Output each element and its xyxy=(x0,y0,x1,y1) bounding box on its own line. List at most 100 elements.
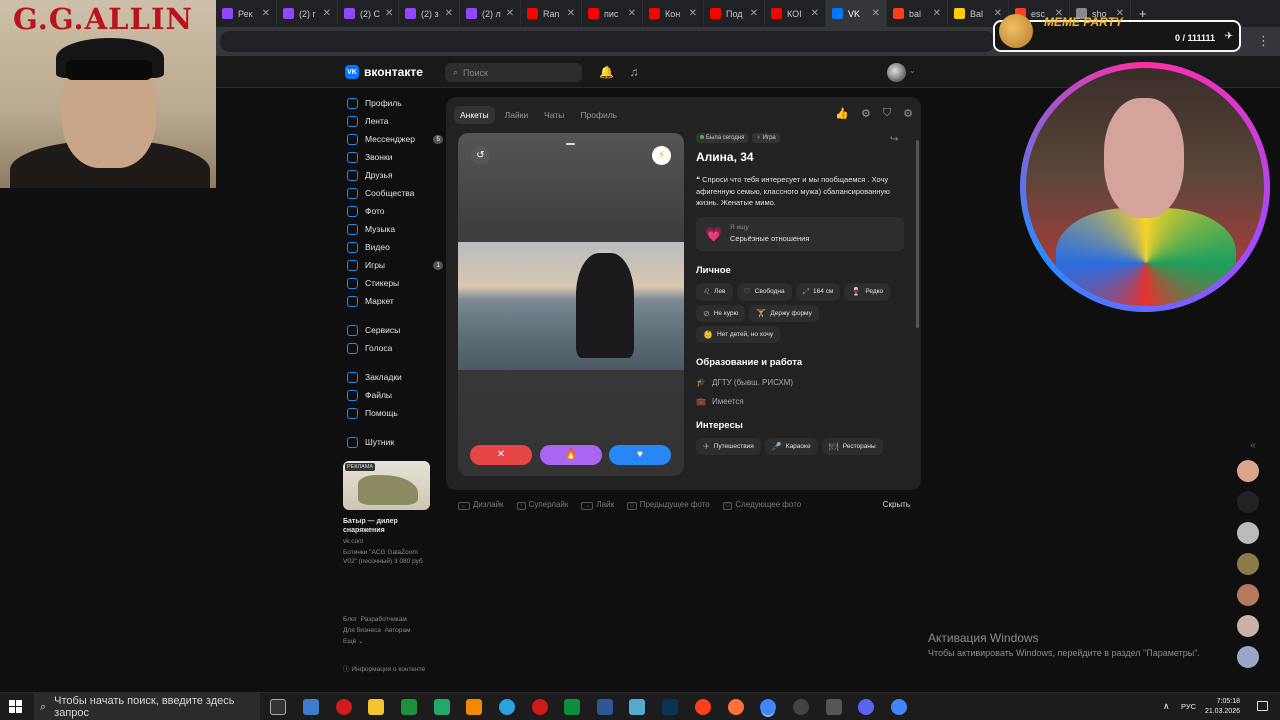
browser-tab[interactable]: Под ✕ xyxy=(704,0,765,27)
friend-avatar[interactable] xyxy=(1237,522,1259,544)
friend-avatar[interactable] xyxy=(1237,491,1259,513)
browser-tab[interactable]: (2) С ✕ xyxy=(338,0,399,27)
close-icon[interactable]: ✕ xyxy=(506,8,514,19)
browser-menu-icon[interactable]: ⋮ xyxy=(1257,33,1270,49)
ad-block[interactable]: РЕКЛАМА Батыр — дилер снаряжения vk.com … xyxy=(343,461,433,566)
scrollbar[interactable] xyxy=(916,140,919,328)
photoshop-icon[interactable] xyxy=(662,699,678,715)
tab-1[interactable]: Лайки xyxy=(499,106,535,124)
tab-0[interactable]: Анкеты xyxy=(454,106,495,124)
browser-tab[interactable]: (2) л ✕ xyxy=(460,0,521,27)
close-icon[interactable]: ✕ xyxy=(445,8,453,19)
vlc-icon[interactable] xyxy=(466,699,482,715)
close-icon[interactable]: ✕ xyxy=(262,8,270,19)
thumbs-up-icon[interactable]: 👍 xyxy=(835,107,849,120)
close-icon[interactable]: ✕ xyxy=(628,8,636,19)
tray-chevron-icon[interactable]: ∧ xyxy=(1163,701,1170,712)
ad-title[interactable]: Батыр — дилер снаряжения xyxy=(343,517,433,535)
footer-link-blog[interactable]: Блог xyxy=(343,616,357,623)
notification-icon[interactable] xyxy=(1257,701,1268,711)
browser-tab[interactable]: Кон ✕ xyxy=(643,0,704,27)
sidebar-item-nav-4[interactable]: Друзья xyxy=(343,166,443,184)
vk-logo[interactable]: VK вконтакте xyxy=(345,65,423,79)
profile-photo[interactable]: ↺ ⚡ ✕ 🔥 ♥ xyxy=(458,133,684,476)
footer-link-business[interactable]: Для бизнеса xyxy=(343,627,381,634)
windows-start-icon[interactable] xyxy=(9,700,22,713)
sidebar-item-nav-5[interactable]: Сообщества xyxy=(343,184,443,202)
friend-avatar[interactable] xyxy=(1237,553,1259,575)
ad-image[interactable]: РЕКЛАМА xyxy=(343,461,430,510)
browser-tab[interactable]: Ran ✕ xyxy=(521,0,582,27)
sidebar-item-nav-7[interactable]: Музыка xyxy=(343,220,443,238)
gear-icon[interactable]: ⚙ xyxy=(903,107,913,120)
app-icon[interactable] xyxy=(629,699,645,715)
like-button[interactable]: ♥ xyxy=(609,445,671,465)
close-icon[interactable]: ✕ xyxy=(385,8,393,19)
hide-button[interactable]: Скрыть xyxy=(883,500,910,509)
sidebar-item-nav4-0[interactable]: Шутник xyxy=(343,433,443,451)
word-icon[interactable] xyxy=(597,699,613,715)
app-icon[interactable] xyxy=(564,699,580,715)
share-icon[interactable]: ↪ xyxy=(890,134,898,145)
browser-tab[interactable]: (2) з ✕ xyxy=(399,0,460,27)
browser-tab[interactable]: (2) г ✕ xyxy=(277,0,338,27)
opera-gx-icon[interactable] xyxy=(532,699,548,715)
sidebar-item-nav-3[interactable]: Звонки xyxy=(343,148,443,166)
sidebar-item-nav-6[interactable]: Фото xyxy=(343,202,443,220)
chrome-icon[interactable] xyxy=(891,699,907,715)
footer-link-developers[interactable]: Разработчикам xyxy=(361,616,407,623)
close-icon[interactable]: ✕ xyxy=(323,8,331,19)
opera-icon[interactable] xyxy=(336,699,352,715)
sidebar-item-nav-8[interactable]: Видео xyxy=(343,238,443,256)
close-icon[interactable]: ✕ xyxy=(750,8,758,19)
avatar[interactable] xyxy=(887,63,906,82)
browser-tab[interactable]: КОІ ✕ xyxy=(765,0,826,27)
filter-sliders-icon[interactable]: ⚙ xyxy=(861,107,871,120)
discord-icon[interactable] xyxy=(858,699,874,715)
friend-avatar[interactable] xyxy=(1237,646,1259,668)
app-icon[interactable] xyxy=(303,699,319,715)
app-icon[interactable] xyxy=(826,699,842,715)
chrome-icon[interactable] xyxy=(760,699,776,715)
chevron-down-icon[interactable]: ⌄ xyxy=(909,66,916,75)
language-indicator[interactable]: РУС xyxy=(1181,702,1196,711)
sidebar-item-nav-0[interactable]: Профиль xyxy=(343,94,443,112)
app-icon[interactable] xyxy=(793,699,809,715)
keyboard-hint[interactable]: ↑ Суперлайк xyxy=(516,500,568,510)
taskbar-search[interactable]: ⌕ Чтобы начать поиск, введите здесь запр… xyxy=(34,693,260,720)
sidebar-item-nav3-1[interactable]: Файлы xyxy=(343,386,443,404)
close-icon[interactable]: ✕ xyxy=(994,8,1002,19)
sidebar-item-nav-9[interactable]: Игры 1 xyxy=(343,256,443,274)
music-note-icon[interactable]: ♫ xyxy=(627,65,641,79)
bell-icon[interactable]: 🔔 xyxy=(599,65,614,79)
friend-avatar[interactable] xyxy=(1237,460,1259,482)
new-tab-button[interactable]: + xyxy=(1131,6,1147,21)
tab-2[interactable]: Чаты xyxy=(538,106,570,124)
collapse-icon[interactable]: « xyxy=(1242,440,1264,451)
keyboard-hint[interactable]: □ Следующее фото xyxy=(722,500,801,510)
task-view-icon[interactable] xyxy=(270,699,286,715)
clock[interactable]: 7:05:18 21.03.2026 xyxy=(1205,697,1240,717)
file-explorer-icon[interactable] xyxy=(368,699,384,715)
close-icon[interactable]: ✕ xyxy=(689,8,697,19)
firefox-icon[interactable] xyxy=(728,699,744,715)
friend-avatar[interactable] xyxy=(1237,615,1259,637)
address-input[interactable] xyxy=(220,31,995,52)
browser-tab[interactable]: пис ✕ xyxy=(582,0,643,27)
tab-3[interactable]: Профиль xyxy=(574,106,623,124)
shield-icon[interactable]: ⛉ xyxy=(883,107,891,120)
close-icon[interactable]: ✕ xyxy=(933,8,941,19)
sidebar-item-nav-10[interactable]: Стикеры xyxy=(343,274,443,292)
app-icon[interactable] xyxy=(401,699,417,715)
sidebar-item-nav-11[interactable]: Маркет xyxy=(343,292,443,310)
close-icon[interactable]: ✕ xyxy=(811,8,819,19)
friend-avatar[interactable] xyxy=(1237,584,1259,606)
keyboard-hint[interactable]: ← Дизлайк xyxy=(458,500,504,510)
sidebar-item-nav2-0[interactable]: Сервисы xyxy=(343,321,443,339)
superlike-button[interactable]: 🔥 xyxy=(540,445,602,465)
sidebar-item-nav3-0[interactable]: Закладки xyxy=(343,368,443,386)
sidebar-item-nav2-1[interactable]: Голоса xyxy=(343,339,443,357)
keyboard-hint[interactable]: □ Предыдущее фото xyxy=(627,500,710,510)
browser-tab[interactable]: bal ✕ xyxy=(887,0,948,27)
telegram-icon[interactable] xyxy=(499,699,515,715)
